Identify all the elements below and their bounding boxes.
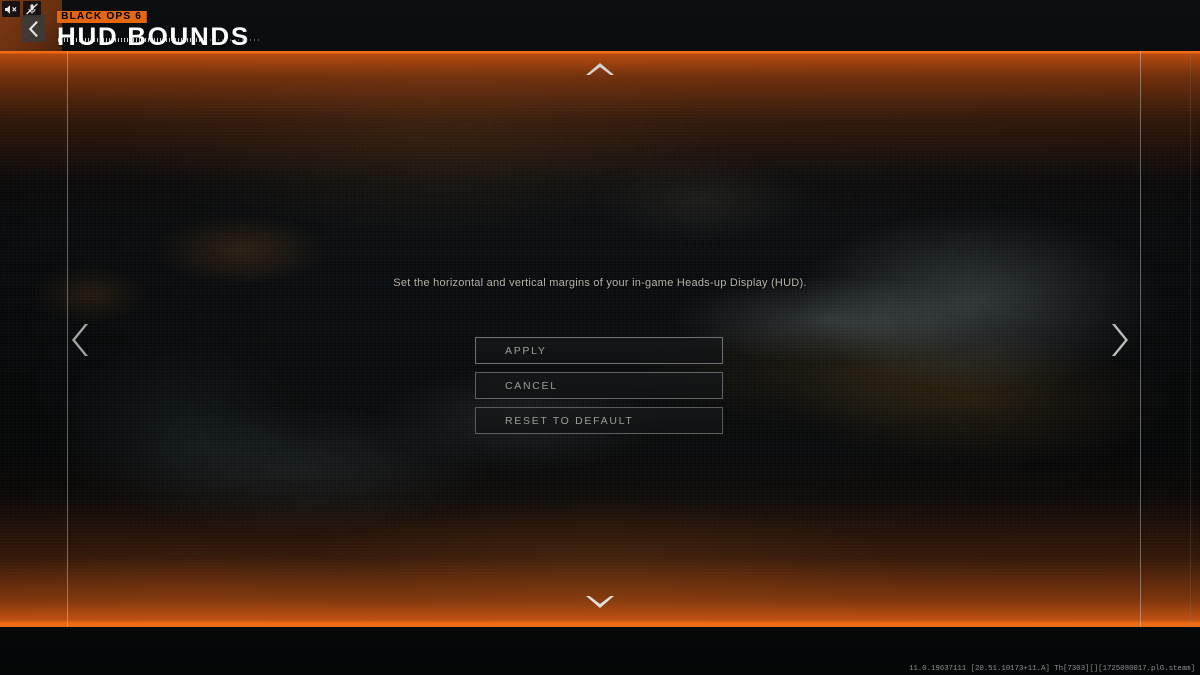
page-title-block: BLACK OPS 6 HUD BOUNDS [57,6,248,50]
cancel-button[interactable]: CANCEL [475,372,723,399]
build-version-string: 11.0.19637111 [20.51.10173+11.A] Th[7303… [908,665,1195,673]
title-underline [58,38,206,42]
scroll-up-chevron-icon[interactable] [583,58,617,80]
reset-to-default-button[interactable]: RESET TO DEFAULT [475,407,723,434]
action-button-stack: APPLY CANCEL RESET TO DEFAULT [475,337,725,442]
apply-button-label: APPLY [505,344,547,357]
reset-to-default-button-label: RESET TO DEFAULT [505,414,634,427]
game-badge: BLACK OPS 6 [57,11,148,23]
apply-button[interactable]: APPLY [475,337,723,364]
next-page-chevron-icon[interactable] [1098,318,1138,362]
cancel-button-label: CANCEL [505,379,558,392]
prev-page-chevron-icon[interactable] [62,318,102,362]
title-underline-dots [206,39,260,41]
speaker-mute-icon[interactable] [2,1,20,17]
game-settings-screen: BLACK OPS 6 HUD BOUNDS Set the horizonta… [0,0,1200,675]
scroll-down-chevron-icon[interactable] [583,591,617,613]
back-button[interactable] [21,15,46,42]
setting-description: Set the horizontal and vertical margins … [393,277,807,289]
